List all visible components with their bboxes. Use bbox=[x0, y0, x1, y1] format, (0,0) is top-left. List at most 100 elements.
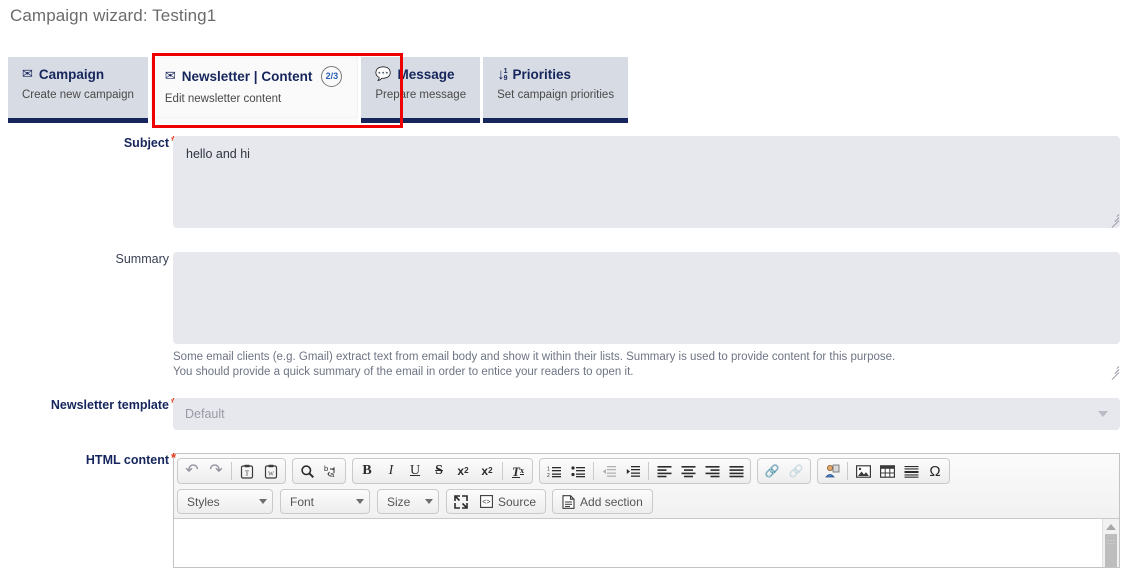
personalize-icon[interactable] bbox=[820, 460, 844, 482]
scrollbar-grip-icon: ::: bbox=[1107, 539, 1116, 546]
tab-priorities-title: ↓ 1 9 Priorities bbox=[497, 66, 614, 83]
toolbar-group-add-section: Add section bbox=[552, 489, 653, 514]
scroll-up-arrow-icon[interactable] bbox=[1106, 524, 1116, 530]
size-combo[interactable]: Size bbox=[377, 489, 439, 514]
newsletter-template-value: Default bbox=[185, 407, 225, 421]
toolbar-group-clipboard: ↶ ↷ T W bbox=[177, 458, 286, 484]
find-icon[interactable] bbox=[295, 460, 319, 482]
underline-icon[interactable]: U bbox=[403, 460, 427, 482]
form-row-subject: Subject* bbox=[0, 133, 1133, 228]
tab-campaign-subtitle: Create new campaign bbox=[22, 89, 134, 101]
step-badge: 2/3 bbox=[321, 66, 343, 87]
unlink-icon: 🔗 bbox=[788, 464, 804, 478]
form-row-newsletter-template: Newsletter template* Default bbox=[0, 395, 1133, 430]
newsletter-template-label-text: Newsletter template bbox=[50, 398, 169, 412]
chevron-down-icon bbox=[356, 499, 364, 504]
subscript-icon[interactable]: x2 bbox=[451, 460, 475, 482]
align-left-icon[interactable] bbox=[652, 460, 676, 482]
separator bbox=[502, 462, 503, 480]
html-content-field-wrap: ↶ ↷ T W b a B I U S x 2 x 2 T x 1 2 🔗 🔗 … bbox=[173, 453, 1133, 568]
increase-indent-icon[interactable] bbox=[621, 460, 645, 482]
justify-icon[interactable] bbox=[724, 460, 748, 482]
font-combo-label: Font bbox=[290, 494, 315, 509]
tab-message[interactable]: 💬 Message Prepare message bbox=[361, 57, 481, 123]
bulleted-list-icon[interactable] bbox=[566, 460, 590, 482]
campaign-content-form: Subject* Summary Some email clients (e.g… bbox=[0, 133, 1133, 568]
chevron-down-icon bbox=[425, 499, 433, 504]
toolbar-group-tools: <> Source bbox=[446, 489, 547, 514]
remove-format-icon[interactable]: Tx bbox=[506, 460, 530, 482]
editor-content-area[interactable]: ::: bbox=[174, 519, 1119, 567]
subject-field-wrap bbox=[173, 136, 1133, 228]
replace-icon[interactable]: ba bbox=[319, 460, 343, 482]
newsletter-template-label: Newsletter template* bbox=[0, 395, 176, 430]
summary-help-text: Some email clients (e.g. Gmail) extract … bbox=[173, 350, 1120, 380]
svg-text:b: b bbox=[324, 464, 328, 473]
horizontal-rule-icon[interactable] bbox=[899, 460, 923, 482]
scrollbar-thumb[interactable]: ::: bbox=[1105, 534, 1117, 567]
tab-message-subtitle: Prepare message bbox=[375, 89, 467, 101]
editor-toolbar: ↶ ↷ T W b a B I U S x 2 x 2 T x 1 2 🔗 🔗 … bbox=[174, 454, 1119, 519]
svg-text:<>: <> bbox=[482, 499, 490, 506]
font-combo[interactable]: Font bbox=[280, 489, 370, 514]
tab-message-title: 💬 Message bbox=[375, 66, 466, 83]
newsletter-template-field-wrap: Default bbox=[173, 398, 1133, 430]
bold-icon[interactable]: B bbox=[355, 460, 379, 482]
speech-bubble-icon: 💬 bbox=[375, 67, 392, 82]
subject-label-text: Subject bbox=[123, 136, 169, 150]
align-center-icon[interactable] bbox=[676, 460, 700, 482]
summary-field-wrap: Some email clients (e.g. Gmail) extract … bbox=[173, 252, 1133, 380]
source-button-label: Source bbox=[498, 494, 537, 509]
editor-scrollbar[interactable]: ::: bbox=[1102, 519, 1119, 567]
summary-label-text: Summary bbox=[115, 252, 169, 266]
link-icon[interactable]: 🔗 bbox=[760, 460, 784, 482]
tab-campaign-label: Campaign bbox=[38, 67, 105, 82]
redo-icon[interactable]: ↷ bbox=[204, 460, 228, 482]
tab-campaign[interactable]: ✉ Campaign Create new campaign bbox=[8, 57, 148, 123]
sort-numeric-icon: ↓ 1 9 bbox=[497, 66, 508, 83]
required-marker: * bbox=[171, 450, 177, 465]
form-row-summary: Summary Some email clients (e.g. Gmail) … bbox=[0, 252, 1133, 380]
toolbar-group-basic-styles: B I U S x2 x2 Tx bbox=[352, 458, 533, 484]
subject-input[interactable] bbox=[173, 136, 1120, 228]
decrease-indent-icon bbox=[597, 460, 621, 482]
superscript-icon[interactable]: x2 bbox=[475, 460, 499, 482]
tab-priorities-label: Priorities bbox=[512, 67, 572, 82]
table-icon[interactable] bbox=[875, 460, 899, 482]
styles-combo[interactable]: Styles bbox=[177, 489, 273, 514]
styles-combo-label: Styles bbox=[187, 494, 220, 509]
numbered-list-icon[interactable]: 12 bbox=[542, 460, 566, 482]
add-section-button[interactable]: Add section bbox=[555, 490, 650, 514]
editor-toolbar-row-2: Styles Font Size <> Source Add section bbox=[177, 488, 1117, 515]
strikethrough-icon[interactable]: S bbox=[427, 460, 451, 482]
align-right-icon[interactable] bbox=[700, 460, 724, 482]
summary-label: Summary bbox=[0, 252, 173, 380]
svg-text:T: T bbox=[245, 469, 250, 477]
editor-toolbar-row-1: ↶ ↷ T W b a B I U S x 2 x 2 T x 1 2 🔗 🔗 … bbox=[177, 457, 1117, 485]
tab-newsletter-content-subtitle: Edit newsletter content bbox=[164, 93, 282, 105]
tab-priorities[interactable]: ↓ 1 9 Priorities Set campaign priorities bbox=[483, 57, 629, 123]
tab-message-label: Message bbox=[397, 67, 455, 82]
html-content-label: HTML content * bbox=[0, 450, 177, 568]
undo-icon[interactable]: ↶ bbox=[180, 460, 204, 482]
newsletter-template-select[interactable]: Default bbox=[173, 398, 1120, 430]
italic-icon[interactable]: I bbox=[379, 460, 403, 482]
paste-from-word-icon[interactable]: W bbox=[259, 460, 283, 482]
source-button[interactable]: <> Source bbox=[473, 490, 543, 514]
page-title: Campaign wizard: Testing1 bbox=[10, 6, 217, 25]
toolbar-group-paragraph: 12 bbox=[539, 458, 751, 484]
toolbar-group-insert: Ω bbox=[817, 458, 950, 484]
special-character-icon[interactable]: Ω bbox=[923, 460, 947, 482]
maximize-icon[interactable] bbox=[449, 491, 473, 513]
separator bbox=[847, 462, 848, 480]
summary-help-line-1: Some email clients (e.g. Gmail) extract … bbox=[173, 351, 896, 363]
tab-newsletter-content[interactable]: ✉ Newsletter | Content 2/3 Edit newslett… bbox=[150, 57, 359, 123]
separator bbox=[593, 462, 594, 480]
html-content-label-text: HTML content bbox=[85, 453, 169, 467]
paste-as-plain-text-icon[interactable]: T bbox=[235, 460, 259, 482]
subject-label: Subject* bbox=[0, 133, 176, 228]
image-icon[interactable] bbox=[851, 460, 875, 482]
envelope-icon: ✉ bbox=[22, 67, 33, 82]
summary-input[interactable] bbox=[173, 252, 1120, 344]
summary-help-line-2: You should provide a quick summary of th… bbox=[173, 366, 634, 378]
